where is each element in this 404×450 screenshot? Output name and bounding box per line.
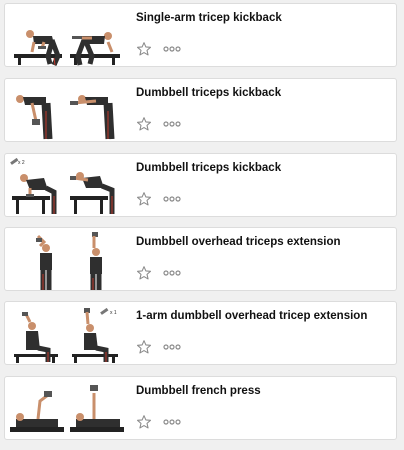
exercise-thumbnail[interactable]: x 2 bbox=[8, 156, 126, 216]
exercise-title[interactable]: Dumbbell triceps kickback bbox=[136, 86, 388, 100]
exercise-title[interactable]: Dumbbell overhead triceps extension bbox=[136, 235, 388, 249]
more-options-icon[interactable] bbox=[163, 266, 181, 280]
star-outline-icon[interactable] bbox=[136, 339, 152, 355]
exercise-thumbnail[interactable]: x 1 bbox=[8, 304, 126, 364]
exercise-illustration bbox=[14, 30, 120, 66]
more-options-icon[interactable] bbox=[163, 42, 181, 56]
exercise-thumbnail[interactable] bbox=[8, 379, 126, 439]
exercise-card[interactable]: Dumbbell overhead triceps extension bbox=[4, 227, 397, 291]
exercise-card[interactable]: x 2 Dumbbell triceps kickback bbox=[4, 153, 397, 217]
exercise-title[interactable]: 1-arm dumbbell overhead tricep extension bbox=[136, 309, 388, 323]
exercise-illustration: x 1 bbox=[14, 307, 118, 363]
exercise-thumbnail[interactable] bbox=[8, 81, 126, 141]
exercise-thumbnail[interactable] bbox=[8, 6, 126, 66]
exercise-card[interactable]: x 1 1-arm dumbbell overhead tricep exten… bbox=[4, 301, 397, 365]
exercise-card[interactable]: Dumbbell triceps kickback bbox=[4, 78, 397, 142]
exercise-illustration bbox=[36, 232, 102, 290]
exercise-illustration bbox=[10, 385, 124, 432]
star-outline-icon[interactable] bbox=[136, 191, 152, 207]
dumbbell-icon bbox=[100, 307, 109, 315]
more-options-icon[interactable] bbox=[163, 192, 181, 206]
more-options-icon[interactable] bbox=[163, 415, 181, 429]
star-outline-icon[interactable] bbox=[136, 414, 152, 430]
exercise-illustration bbox=[16, 95, 115, 140]
exercise-title[interactable]: Dumbbell triceps kickback bbox=[136, 161, 388, 175]
exercise-card[interactable]: Dumbbell french press bbox=[4, 376, 397, 440]
star-outline-icon[interactable] bbox=[136, 265, 152, 281]
exercise-list: Single-arm tricep kickback Dumbbell tric… bbox=[0, 0, 404, 450]
equipment-count: x 2 bbox=[18, 160, 25, 166]
exercise-title[interactable]: Dumbbell french press bbox=[136, 384, 388, 398]
star-outline-icon[interactable] bbox=[136, 41, 152, 57]
exercise-illustration: x 2 bbox=[10, 157, 115, 214]
exercise-card[interactable]: Single-arm tricep kickback bbox=[4, 3, 397, 67]
star-outline-icon[interactable] bbox=[136, 116, 152, 132]
more-options-icon[interactable] bbox=[163, 340, 181, 354]
exercise-thumbnail[interactable] bbox=[8, 230, 126, 290]
equipment-count: x 1 bbox=[110, 310, 117, 316]
more-options-icon[interactable] bbox=[163, 117, 181, 131]
exercise-title[interactable]: Single-arm tricep kickback bbox=[136, 11, 388, 25]
